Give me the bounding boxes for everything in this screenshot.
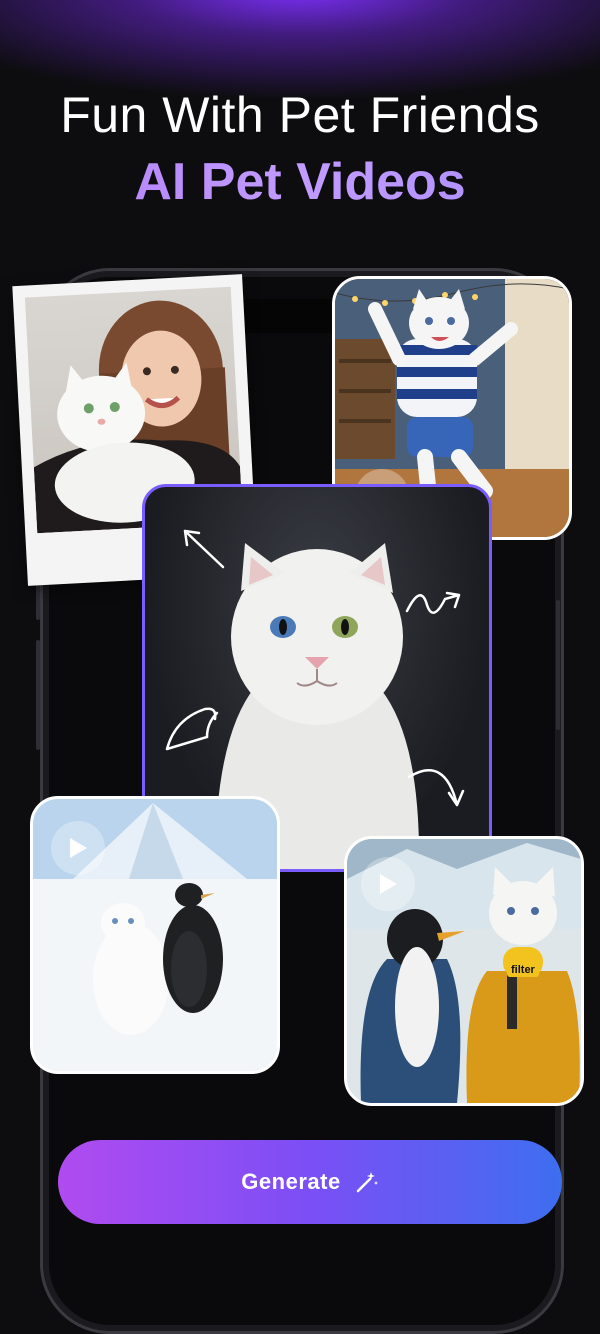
filter-mic-badge: filter [507,963,539,977]
generate-button[interactable]: Generate [58,1140,562,1224]
phone-side-button [36,640,40,750]
play-button[interactable] [51,821,105,875]
magic-wand-icon [356,1172,378,1193]
page-subtitle: AI Pet Videos [0,152,600,212]
play-button[interactable] [361,857,415,911]
play-icon [380,874,397,894]
phone-side-button [556,600,560,730]
video-card-arctic-cat-penguin[interactable] [30,796,280,1074]
play-icon [70,838,87,858]
video-card-reporter-cat-penguin[interactable]: filter [344,836,584,1106]
generate-button-label: Generate [241,1169,341,1194]
page-title: Fun With Pet Friends [60,87,540,143]
